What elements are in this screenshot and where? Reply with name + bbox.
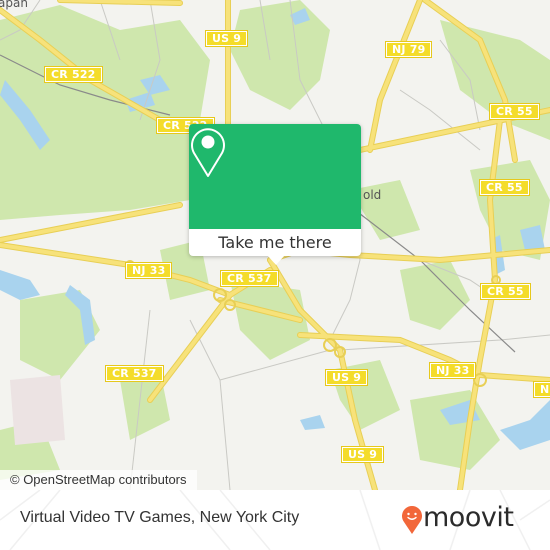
- place-title: Virtual Video TV Games, New York City: [20, 509, 300, 526]
- map-attribution[interactable]: © OpenStreetMap contributors: [0, 470, 197, 490]
- road-shield-cr55: CR 55: [489, 103, 540, 120]
- moovit-wordmark: moovit: [423, 502, 514, 533]
- road-shield-cr522: CR 522: [44, 66, 103, 83]
- moovit-pin-smile-icon: [402, 506, 422, 534]
- popup-header: [189, 124, 361, 229]
- popup-pointer: [267, 255, 285, 265]
- map-view[interactable]: apan old US 9 CR 522 CR 522 NJ 79 CR 55 …: [0, 0, 550, 490]
- road-shield-cr537: CR 537: [105, 365, 164, 382]
- place-label: old: [363, 188, 382, 202]
- map-pin-icon: [191, 128, 225, 177]
- road-shield-nj: N: [532, 381, 550, 398]
- road-shield-cr55: CR 55: [479, 179, 530, 196]
- footer-bar: Virtual Video TV Games, New York City mo…: [0, 490, 550, 550]
- place-label: apan: [0, 0, 28, 10]
- developed-area: [10, 375, 65, 445]
- road-shield-nj79: NJ 79: [384, 41, 433, 58]
- road-shield-us9: US 9: [324, 369, 369, 386]
- take-me-there-popup[interactable]: Take me there: [189, 124, 361, 265]
- road-shield-cr55: CR 55: [480, 283, 531, 300]
- road-shield-cr537: CR 537: [220, 270, 279, 287]
- road-shield-nj33: NJ 33: [428, 362, 477, 379]
- road-shield-us9: US 9: [204, 30, 249, 47]
- road-shield-nj33: NJ 33: [124, 262, 173, 279]
- take-me-there-button[interactable]: Take me there: [189, 229, 361, 256]
- road-shield-us9: US 9: [340, 446, 385, 463]
